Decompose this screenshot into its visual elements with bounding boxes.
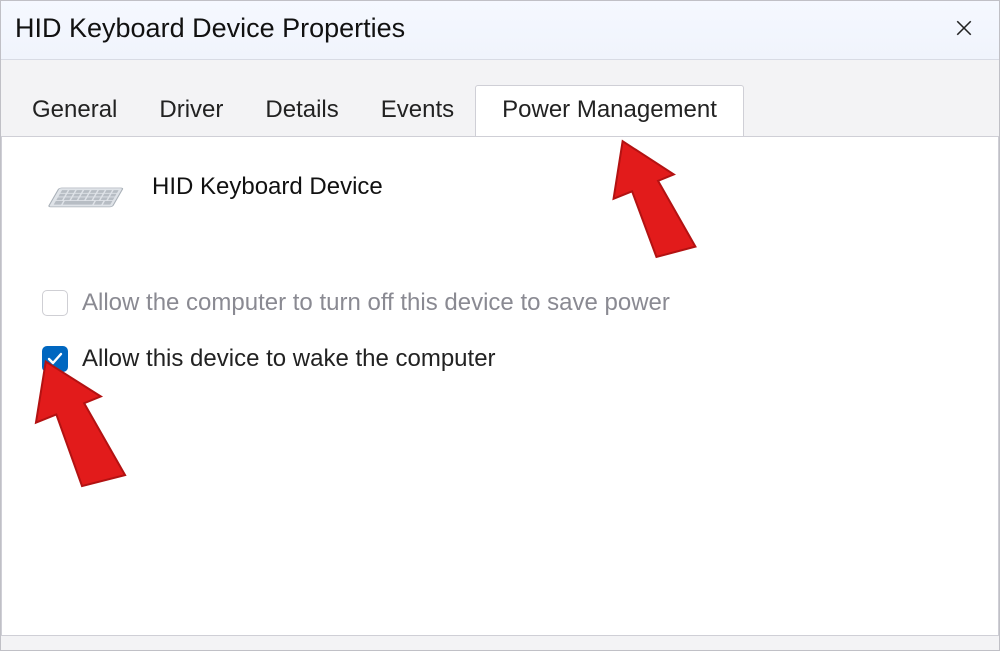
tab-driver[interactable]: Driver [138,85,244,137]
tab-details[interactable]: Details [244,85,359,137]
tab-label: Details [265,96,338,123]
checkbox-label: Allow the computer to turn off this devi… [82,289,670,317]
device-name: HID Keyboard Device [152,173,383,201]
checkbox-wake[interactable] [42,346,68,372]
content-area: General Driver Details Events Power Mana… [1,60,999,650]
tab-general[interactable]: General [11,85,138,137]
option-turn-off-device: Allow the computer to turn off this devi… [42,289,964,317]
checkbox-label: Allow this device to wake the computer [82,345,496,373]
close-icon [955,19,973,37]
close-button[interactable] [947,11,981,45]
tab-label: Power Management [502,96,717,123]
tab-label: General [32,96,117,123]
checkbox-turn-off [42,290,68,316]
tab-label: Driver [159,96,223,123]
tab-power-management[interactable]: Power Management [475,85,744,137]
titlebar: HID Keyboard Device Properties [1,1,999,60]
tab-label: Events [381,96,454,123]
tab-panel-power-management: HID Keyboard Device Allow the computer t… [1,136,999,636]
option-wake-computer: Allow this device to wake the computer [42,345,964,373]
tab-events[interactable]: Events [360,85,475,137]
tabs-row: General Driver Details Events Power Mana… [1,60,999,136]
device-header: HID Keyboard Device [42,171,964,219]
keyboard-icon [42,171,124,219]
properties-window: HID Keyboard Device Properties General D… [0,0,1000,651]
window-title: HID Keyboard Device Properties [15,13,405,44]
